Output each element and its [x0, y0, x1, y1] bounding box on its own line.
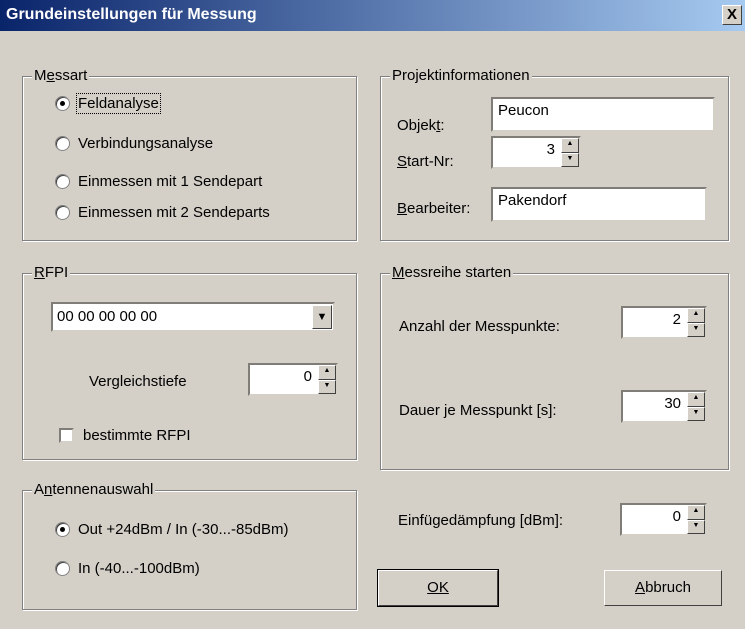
spin-up-icon[interactable]: ▲ [687, 392, 705, 407]
spin-up-icon[interactable]: ▲ [561, 138, 579, 153]
radio-einmessen-2[interactable]: Einmessen mit 2 Sendeparts [55, 204, 270, 221]
spin-buttons: ▲ ▼ [561, 138, 579, 167]
objekt-label: Objekt: [397, 117, 445, 134]
vergleichstiefe-value: 0 [303, 368, 312, 385]
checkbox-box [59, 428, 74, 443]
radio-label: Einmessen mit 2 Sendeparts [78, 204, 270, 221]
spin-buttons: ▲ ▼ [687, 505, 705, 534]
objekt-field[interactable]: Peucon [491, 97, 715, 132]
messart-legend: Messart [32, 67, 90, 85]
window-title: Grundeinstellungen für Messung [6, 6, 257, 23]
abbruch-button[interactable]: Abbruch [604, 570, 722, 606]
spin-up-icon[interactable]: ▲ [687, 308, 705, 323]
radio-antenne-out[interactable]: Out +24dBm / In (-30...-85dBm) [55, 521, 289, 538]
title-bar: Grundeinstellungen für Messung X [0, 0, 745, 31]
spin-up-icon[interactable]: ▲ [687, 505, 705, 520]
radio-circle [55, 561, 70, 576]
einfuege-label: Einfügedämpfung [dBm]: [398, 512, 564, 529]
messart-group: Messart Feldanalyse Verbindungsanalyse E… [22, 67, 357, 241]
ok-button[interactable]: OK [377, 569, 499, 607]
radio-circle [55, 205, 70, 220]
einfuege-value: 0 [672, 508, 681, 525]
startnr-label: Start-Nr: [397, 153, 454, 170]
spin-down-icon[interactable]: ▼ [318, 379, 336, 394]
einfuege-spinner[interactable]: 0 ▲ ▼ [620, 503, 707, 536]
spin-down-icon[interactable]: ▼ [687, 406, 705, 421]
radio-label: Feldanalyse [76, 93, 161, 114]
close-button[interactable]: X [722, 5, 742, 25]
radio-label: Verbindungsanalyse [78, 135, 214, 152]
radio-feldanalyse[interactable]: Feldanalyse [55, 93, 161, 114]
anzahl-spinner[interactable]: 2 ▲ ▼ [621, 306, 707, 339]
spin-down-icon[interactable]: ▼ [561, 152, 579, 167]
projekt-group: Projektinformationen Objekt: Peucon Star… [380, 67, 729, 241]
spin-buttons: ▲ ▼ [687, 392, 705, 421]
dropdown-arrow-icon[interactable]: ▼ [312, 305, 332, 329]
bestimmte-rfpi-checkbox[interactable]: bestimmte RFPI [59, 427, 191, 444]
bearbeiter-label: Bearbeiter: [397, 200, 471, 217]
anzahl-label: Anzahl der Messpunkte: [399, 318, 560, 335]
rfpi-select[interactable]: 00 00 00 00 00 ▼ [51, 302, 335, 332]
rfpi-value: 00 00 00 00 00 [57, 308, 158, 325]
dauer-value: 30 [664, 395, 681, 412]
messreihe-legend: Messreihe starten [390, 264, 514, 282]
anzahl-value: 2 [672, 311, 681, 328]
rfpi-legend: RFPI [32, 264, 71, 282]
vergleichstiefe-spinner[interactable]: 0 ▲ ▼ [248, 363, 338, 396]
radio-label: Out +24dBm / In (-30...-85dBm) [78, 521, 289, 538]
radio-einmessen-1[interactable]: Einmessen mit 1 Sendepart [55, 173, 262, 190]
vergleichstiefe-label: Vergleichstiefe [89, 373, 187, 390]
dauer-label: Dauer je Messpunkt [s]: [399, 402, 557, 419]
radio-label: In (-40...-100dBm) [78, 560, 200, 577]
spin-buttons: ▲ ▼ [687, 308, 705, 337]
startnr-spinner[interactable]: 3 ▲ ▼ [491, 136, 581, 169]
ok-label: OK [427, 579, 449, 596]
checkbox-label: bestimmte RFPI [83, 427, 191, 444]
objekt-value: Peucon [498, 102, 549, 119]
rfpi-group: RFPI 00 00 00 00 00 ▼ Vergleichstiefe 0 … [22, 264, 357, 460]
antenne-legend: Antennenauswahl [32, 481, 156, 499]
radio-circle [55, 136, 70, 151]
spin-down-icon[interactable]: ▼ [687, 519, 705, 534]
antenne-group: Antennenauswahl Out +24dBm / In (-30...-… [22, 481, 357, 610]
startnr-value: 3 [546, 141, 555, 158]
radio-circle [55, 522, 70, 537]
radio-label: Einmessen mit 1 Sendepart [78, 173, 263, 190]
bearbeiter-field[interactable]: Pakendorf [491, 187, 707, 222]
radio-circle [55, 174, 70, 189]
radio-circle [55, 96, 70, 111]
spin-buttons: ▲ ▼ [318, 365, 336, 394]
abbruch-label: Abbruch [635, 579, 691, 596]
radio-antenne-in[interactable]: In (-40...-100dBm) [55, 560, 200, 577]
spin-up-icon[interactable]: ▲ [318, 365, 336, 380]
radio-verbindungsanalyse[interactable]: Verbindungsanalyse [55, 135, 213, 152]
bearbeiter-value: Pakendorf [498, 192, 567, 209]
dauer-spinner[interactable]: 30 ▲ ▼ [621, 390, 707, 423]
spin-down-icon[interactable]: ▼ [687, 322, 705, 337]
projekt-legend: Projektinformationen [390, 67, 532, 85]
messreihe-group: Messreihe starten Anzahl der Messpunkte:… [380, 264, 729, 470]
